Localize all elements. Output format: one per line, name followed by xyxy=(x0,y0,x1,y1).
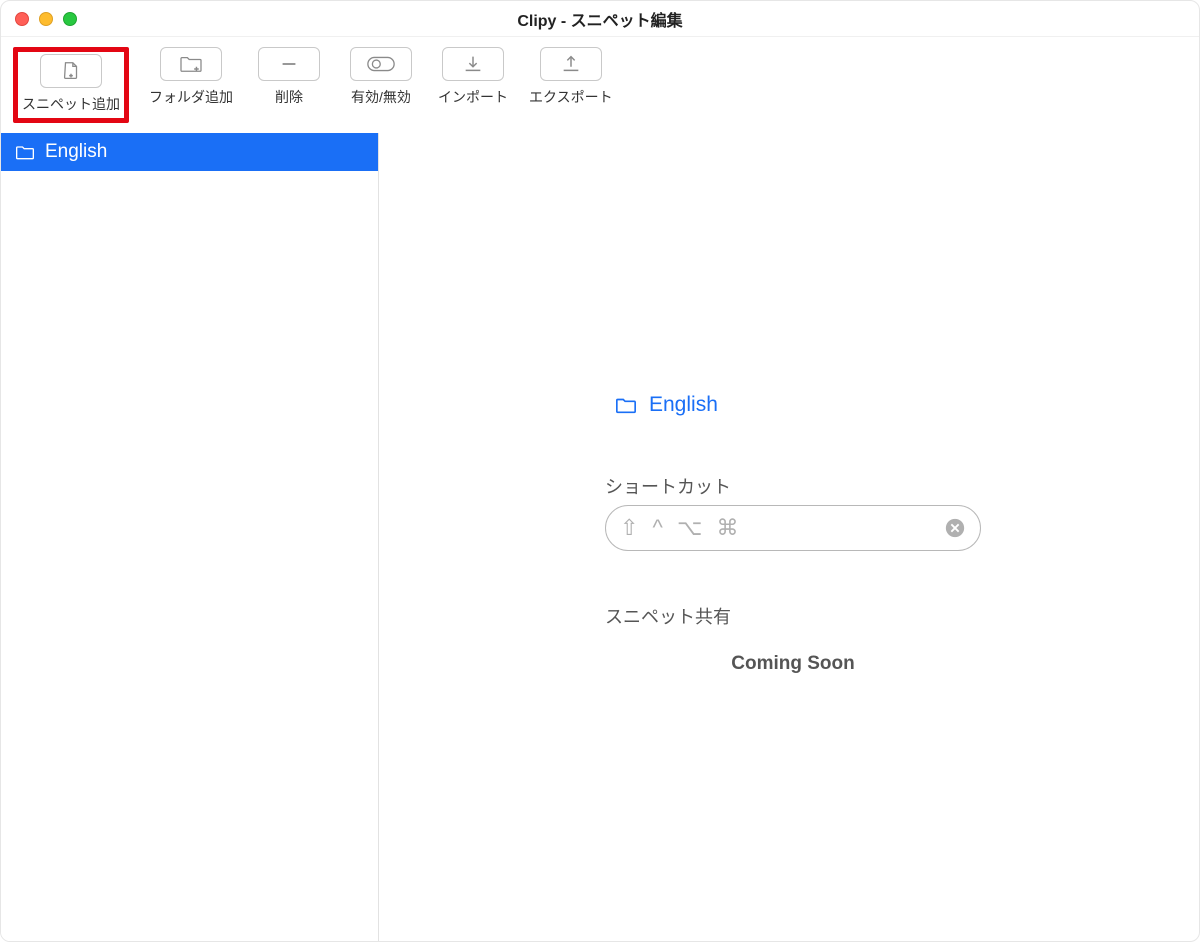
export-icon-button xyxy=(540,47,602,81)
folder-icon xyxy=(615,395,637,415)
body: English English ショートカット ⇧ ^ ⌥ ⌘ xyxy=(1,133,1199,941)
window-title: Clipy - スニペット編集 xyxy=(1,7,1199,31)
import-icon-button xyxy=(442,47,504,81)
titlebar: Clipy - スニペット編集 xyxy=(1,1,1199,37)
add-folder-icon-button xyxy=(160,47,222,81)
shortcut-input[interactable]: ⇧ ^ ⌥ ⌘ xyxy=(605,505,981,551)
add-snippet-label: スニペット追加 xyxy=(22,94,120,114)
folder-name-text: English xyxy=(649,393,718,417)
folder-plus-icon xyxy=(179,54,203,74)
coming-soon-text: Coming Soon xyxy=(605,653,981,675)
shortcut-placeholder: ⇧ ^ ⌥ ⌘ xyxy=(620,515,934,541)
add-folder-button[interactable]: フォルダ追加 xyxy=(149,47,233,107)
export-button[interactable]: エクスポート xyxy=(529,47,613,107)
enable-disable-label: 有効/無効 xyxy=(351,87,411,107)
clear-icon xyxy=(944,517,966,539)
toolbar: スニペット追加 フォルダ追加 削除 xyxy=(1,37,1199,133)
clear-shortcut-button[interactable] xyxy=(944,517,966,539)
folder-icon xyxy=(15,143,35,161)
delete-icon-button xyxy=(258,47,320,81)
enable-disable-icon-button xyxy=(350,47,412,81)
sidebar: English xyxy=(1,133,379,941)
snippet-share-label: スニペット共有 xyxy=(605,603,731,629)
toggle-icon xyxy=(366,55,396,73)
upload-icon xyxy=(560,53,582,75)
folder-name-header[interactable]: English xyxy=(615,393,718,417)
import-label: インポート xyxy=(438,87,508,107)
shortcut-label: ショートカット xyxy=(605,473,731,499)
minus-icon xyxy=(278,53,300,75)
file-plus-icon xyxy=(60,60,82,82)
download-icon xyxy=(462,53,484,75)
import-button[interactable]: インポート xyxy=(437,47,509,107)
add-folder-label: フォルダ追加 xyxy=(149,87,233,107)
sidebar-item-english[interactable]: English xyxy=(1,133,378,171)
add-snippet-icon-button xyxy=(40,54,102,88)
detail-pane: English ショートカット ⇧ ^ ⌥ ⌘ スニペット共有 Coming S… xyxy=(379,133,1199,941)
export-label: エクスポート xyxy=(529,87,613,107)
enable-disable-button[interactable]: 有効/無効 xyxy=(345,47,417,107)
delete-label: 削除 xyxy=(275,87,303,107)
add-snippet-button[interactable]: スニペット追加 xyxy=(13,47,129,123)
sidebar-item-label: English xyxy=(45,141,107,163)
delete-button[interactable]: 削除 xyxy=(253,47,325,107)
window: Clipy - スニペット編集 スニペット追加 フォルダ追加 xyxy=(0,0,1200,942)
